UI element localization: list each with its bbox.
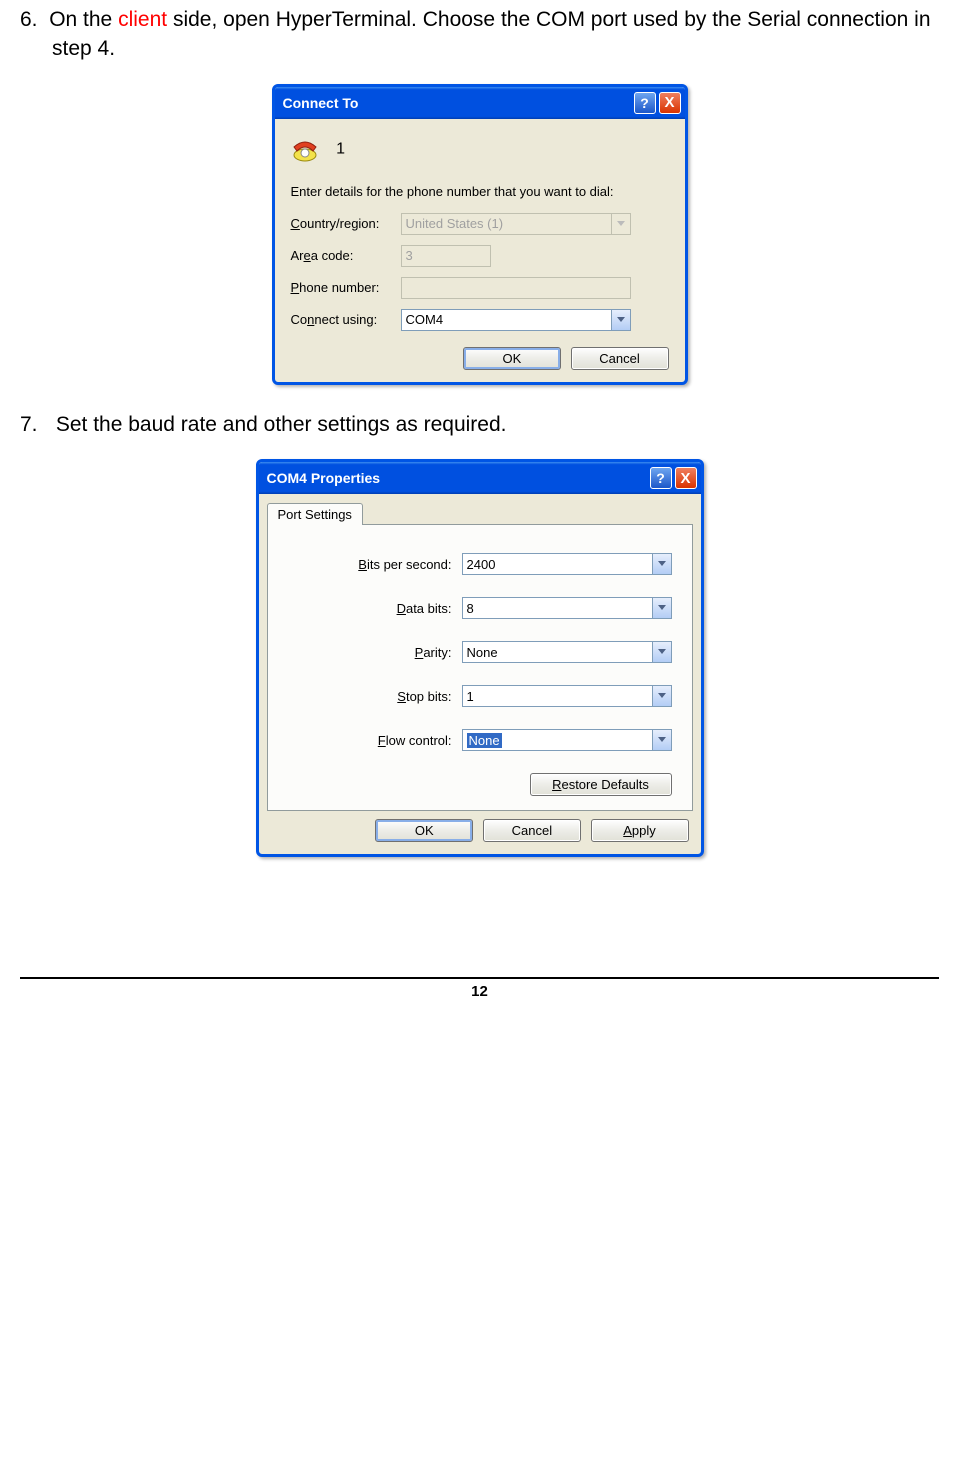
area-code-input: 3: [401, 245, 491, 267]
country-dropdown: United States (1): [401, 213, 631, 235]
cancel-button[interactable]: Cancel: [571, 347, 669, 370]
data-bits-dropdown[interactable]: 8: [462, 597, 672, 619]
dialog-title: Connect To: [283, 95, 631, 111]
area-code-label: Area code:: [291, 248, 401, 263]
chevron-down-icon[interactable]: [611, 310, 630, 330]
dialog-prompt: Enter details for the phone number that …: [291, 184, 669, 199]
com4-titlebar[interactable]: COM4 Properties ? X: [259, 462, 701, 494]
port-settings-tab[interactable]: Port Settings: [267, 503, 363, 525]
bits-per-second-dropdown[interactable]: 2400: [462, 553, 672, 575]
close-button[interactable]: X: [675, 467, 697, 489]
connect-using-label: Connect using:: [291, 312, 401, 327]
stop-bits-label: Stop bits:: [397, 689, 451, 704]
ok-button[interactable]: OK: [375, 819, 473, 842]
chevron-down-icon: [611, 214, 630, 234]
parity-dropdown[interactable]: None: [462, 641, 672, 663]
chevron-down-icon[interactable]: [652, 598, 671, 618]
connect-to-titlebar[interactable]: Connect To ? X: [275, 87, 685, 119]
flow-control-dropdown[interactable]: None: [462, 729, 672, 751]
step-6-text: 6. On the client side, open HyperTermina…: [20, 5, 939, 64]
close-button[interactable]: X: [659, 92, 681, 114]
stop-bits-dropdown[interactable]: 1: [462, 685, 672, 707]
connection-name: 1: [336, 140, 345, 157]
com4-properties-dialog: COM4 Properties ? X Port Settings Bits p…: [256, 459, 704, 857]
port-settings-panel: Bits per second: 2400 Data bits: 8 Parit…: [267, 524, 693, 811]
data-bits-label: Data bits:: [397, 601, 452, 616]
page-number: 12: [20, 977, 939, 1000]
connect-to-dialog: Connect To ? X 1 Enter details for the p…: [272, 84, 688, 385]
phone-icon: [291, 133, 327, 166]
client-word: client: [118, 8, 167, 31]
cancel-button[interactable]: Cancel: [483, 819, 581, 842]
chevron-down-icon[interactable]: [652, 554, 671, 574]
step-7-number: 7.: [20, 410, 50, 439]
chevron-down-icon[interactable]: [652, 686, 671, 706]
bits-per-second-label: Bits per second:: [358, 557, 451, 572]
dialog-title: COM4 Properties: [267, 470, 647, 486]
connect-using-dropdown[interactable]: COM4: [401, 309, 631, 331]
apply-button[interactable]: Apply: [591, 819, 689, 842]
ok-button[interactable]: OK: [463, 347, 561, 370]
chevron-down-icon[interactable]: [652, 730, 671, 750]
step-7-text: 7. Set the baud rate and other settings …: [20, 410, 939, 439]
country-label: Country/region:: [291, 216, 401, 231]
phone-number-input: [401, 277, 631, 299]
flow-control-label: Flow control:: [378, 733, 452, 748]
chevron-down-icon[interactable]: [652, 642, 671, 662]
phone-number-label: Phone number:: [291, 280, 401, 295]
help-button[interactable]: ?: [634, 92, 656, 114]
restore-defaults-button[interactable]: Restore Defaults: [530, 773, 672, 796]
help-button[interactable]: ?: [650, 467, 672, 489]
step-6-number: 6.: [20, 8, 38, 31]
parity-label: Parity:: [415, 645, 452, 660]
